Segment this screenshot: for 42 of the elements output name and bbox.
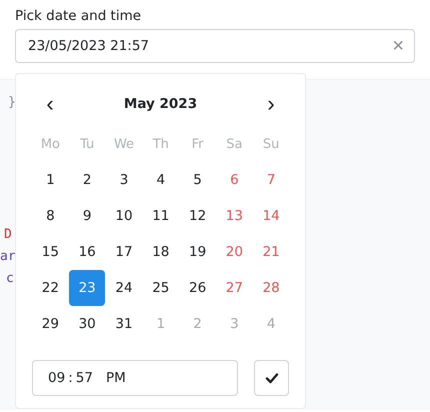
code-token: } (8, 95, 16, 110)
day-button[interactable]: 1 (32, 162, 68, 198)
day-button[interactable]: 9 (69, 198, 106, 234)
day-button[interactable]: 29 (32, 306, 68, 342)
day-button[interactable]: 3 (106, 162, 142, 198)
day-button[interactable]: 26 (180, 270, 216, 306)
weekday-label: Sa (225, 136, 244, 154)
weekday-label: Mo (40, 136, 61, 154)
confirm-button[interactable] (254, 360, 289, 396)
weekday-label: Th (152, 136, 170, 154)
day-button[interactable]: 19 (180, 234, 216, 270)
month-title[interactable]: May 2023 (116, 92, 206, 116)
day-button[interactable]: 2 (69, 162, 106, 198)
day-button[interactable]: 25 (142, 270, 179, 306)
code-token: D (4, 227, 12, 242)
day-button[interactable]: 18 (142, 234, 179, 270)
code-token: ar (0, 249, 16, 264)
previous-month-button[interactable]: ‹ (32, 86, 68, 122)
day-button[interactable]: 5 (180, 162, 216, 198)
weekday-label: Fr (190, 136, 205, 154)
check-icon (264, 372, 278, 384)
day-button[interactable]: 15 (32, 234, 68, 270)
day-button[interactable]: 30 (69, 306, 106, 342)
day-button[interactable]: 10 (106, 198, 142, 234)
day-button[interactable]: 12 (180, 198, 216, 234)
day-button[interactable]: 11 (142, 198, 179, 234)
next-month-button[interactable]: › (252, 86, 289, 122)
day-button[interactable]: 31 (106, 306, 142, 342)
day-button[interactable]: 8 (32, 198, 68, 234)
day-button[interactable]: 22 (32, 270, 68, 306)
code-token: c (6, 271, 14, 286)
weekday-label: Su (262, 136, 280, 154)
weekday-label: Tu (79, 136, 96, 154)
weekday-label: We (112, 136, 136, 154)
day-button[interactable]: 4 (142, 162, 179, 198)
field-label: Pick date and time (15, 8, 142, 24)
time-field[interactable]: 09 : 57 PM (32, 360, 238, 396)
day-button[interactable]: 16 (69, 234, 106, 270)
day-button[interactable]: 24 (106, 270, 142, 306)
day-button[interactable]: 17 (106, 234, 142, 270)
date-time-field[interactable]: 23/05/2023 21:57 × (15, 29, 415, 63)
day-button[interactable]: 23 (69, 270, 106, 306)
